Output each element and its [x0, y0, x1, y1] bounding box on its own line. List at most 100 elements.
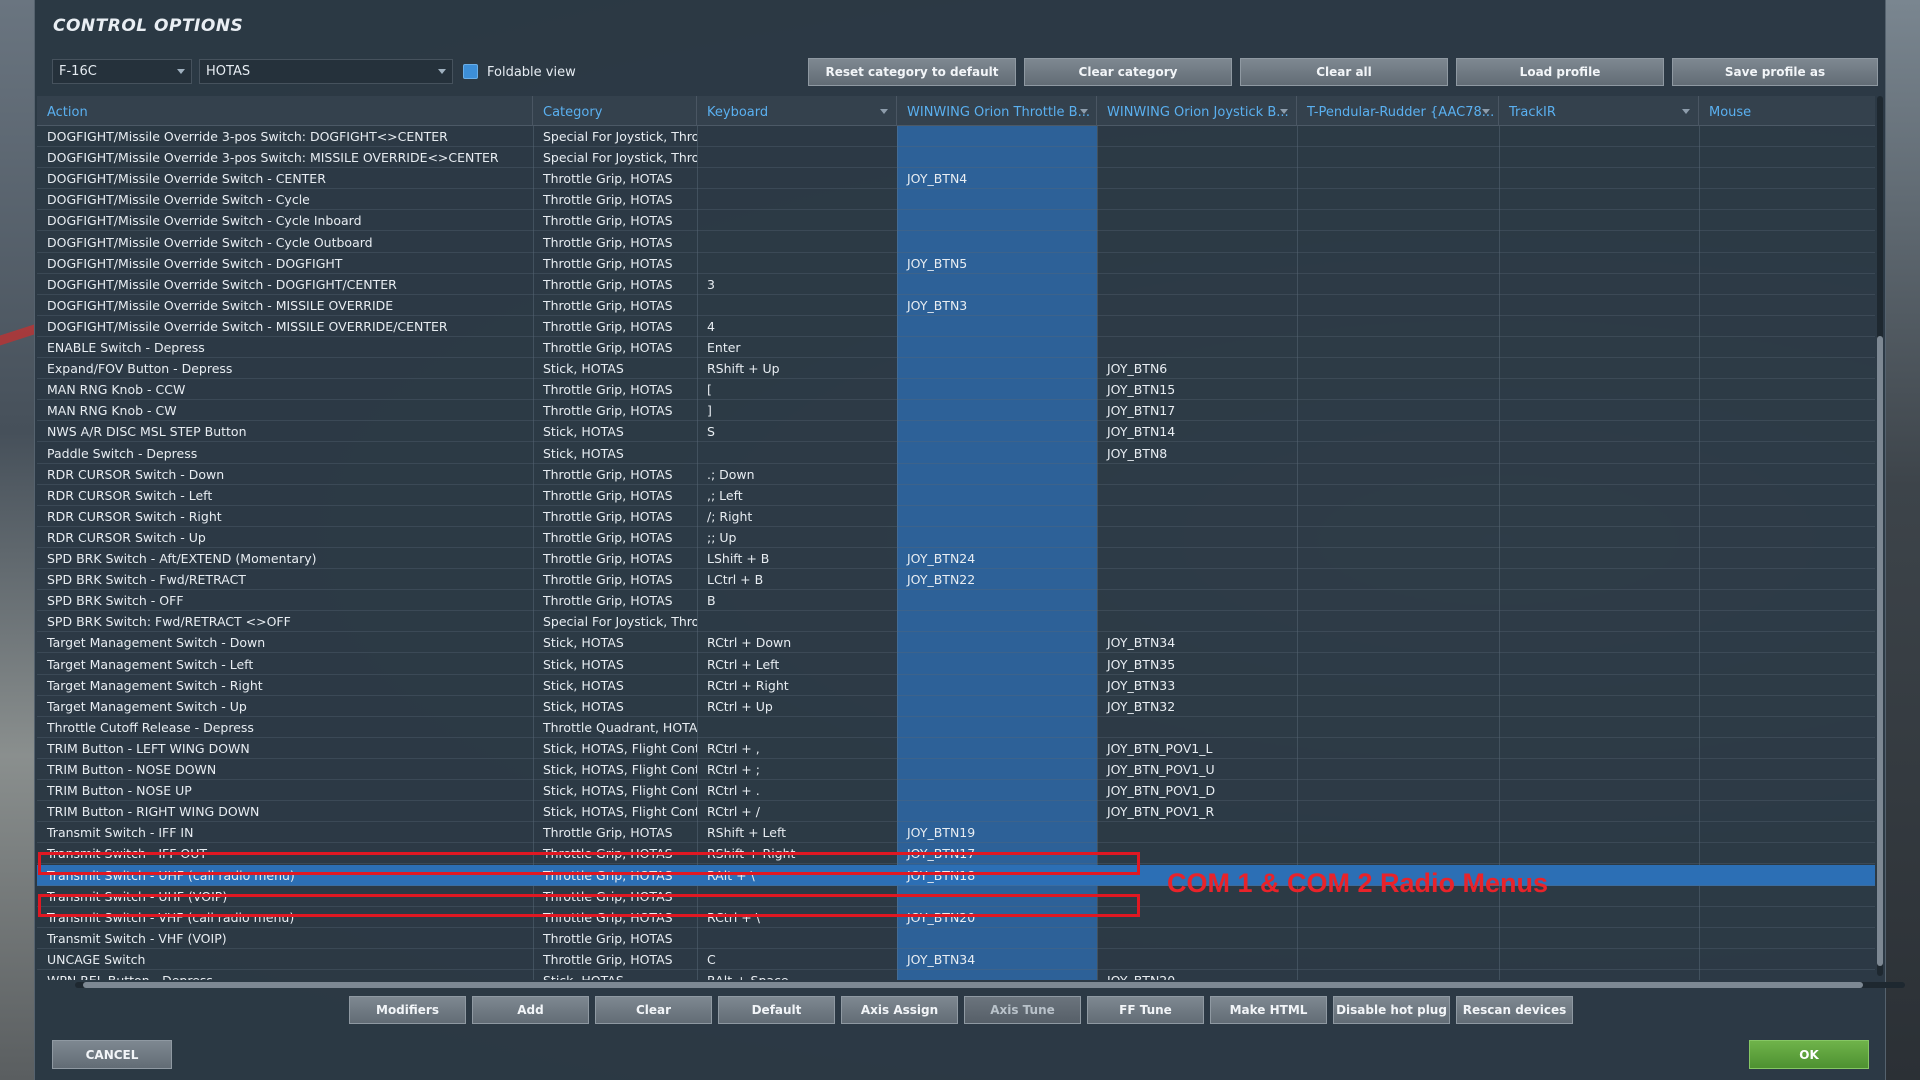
cell-throttle[interactable]: [897, 931, 1097, 949]
cell-trackir[interactable]: [1499, 720, 1699, 738]
cell-keyboard[interactable]: [697, 150, 897, 168]
cell-rudder[interactable]: [1297, 467, 1499, 485]
cell-joystick[interactable]: [1097, 171, 1297, 189]
cell-trackir[interactable]: [1499, 235, 1699, 253]
cell-rudder[interactable]: [1297, 129, 1499, 147]
cell-keyboard[interactable]: Enter: [697, 340, 897, 358]
cell-rudder[interactable]: [1297, 256, 1499, 274]
cell-joystick[interactable]: JOY_BTN20: [1097, 973, 1297, 980]
cell-mouse[interactable]: [1699, 783, 1875, 801]
scrollbar-thumb[interactable]: [83, 982, 1863, 988]
cell-keyboard[interactable]: [697, 129, 897, 147]
cell-rudder[interactable]: [1297, 277, 1499, 295]
cell-mouse[interactable]: [1699, 635, 1875, 653]
cell-mouse[interactable]: [1699, 720, 1875, 738]
cell-keyboard[interactable]: 4: [697, 319, 897, 337]
cell-category[interactable]: Throttle Grip, HOTAS: [533, 235, 697, 253]
cell-trackir[interactable]: [1499, 129, 1699, 147]
cell-keyboard[interactable]: [697, 720, 897, 738]
cell-mouse[interactable]: [1699, 213, 1875, 231]
cell-keyboard[interactable]: C: [697, 952, 897, 970]
clear-category-button[interactable]: Clear category: [1024, 58, 1232, 86]
cell-category[interactable]: Stick, HOTAS: [533, 361, 697, 379]
cell-trackir[interactable]: [1499, 256, 1699, 274]
cell-category[interactable]: Stick, HOTAS, Flight Contr: [533, 783, 697, 801]
cell-category[interactable]: Throttle Grip, HOTAS: [533, 382, 697, 400]
cell-throttle[interactable]: [897, 319, 1097, 337]
aircraft-select[interactable]: F-16C: [52, 59, 192, 84]
cell-category[interactable]: Throttle Grip, HOTAS: [533, 319, 697, 337]
cell-action[interactable]: Transmit Switch - UHF (call radio menu): [37, 868, 533, 886]
cell-action[interactable]: SPD BRK Switch - OFF: [37, 593, 533, 611]
cell-keyboard[interactable]: LCtrl + B: [697, 572, 897, 590]
cell-rudder[interactable]: [1297, 678, 1499, 696]
foldable-view-checkbox[interactable]: [463, 64, 478, 79]
cell-mouse[interactable]: [1699, 298, 1875, 316]
cell-joystick[interactable]: JOY_BTN8: [1097, 446, 1297, 464]
cell-joystick[interactable]: JOY_BTN14: [1097, 424, 1297, 442]
table-row[interactable]: Transmit Switch - VHF (call radio menu) T…: [37, 907, 1875, 928]
cell-action[interactable]: Paddle Switch - Depress: [37, 446, 533, 464]
cell-trackir[interactable]: [1499, 931, 1699, 949]
cell-throttle[interactable]: [897, 614, 1097, 632]
cell-trackir[interactable]: [1499, 952, 1699, 970]
table-row[interactable]: Target Management Switch - Left Stick, HO…: [37, 654, 1875, 675]
cell-category[interactable]: Stick, HOTAS: [533, 424, 697, 442]
cell-keyboard[interactable]: ]: [697, 403, 897, 421]
cell-category[interactable]: Throttle Grip, HOTAS: [533, 256, 697, 274]
cell-mouse[interactable]: [1699, 192, 1875, 210]
table-row[interactable]: NWS A/R DISC MSL STEP Button Stick, HOTAS…: [37, 421, 1875, 443]
cell-rudder[interactable]: [1297, 424, 1499, 442]
default-button[interactable]: Default: [718, 996, 835, 1024]
cell-action[interactable]: Transmit Switch - UHF (VOIP): [37, 889, 533, 907]
table-row[interactable]: WPN REL Button - DepressStick, HOTASRAlt…: [37, 970, 1875, 980]
cell-mouse[interactable]: [1699, 741, 1875, 759]
cell-joystick[interactable]: [1097, 509, 1297, 527]
cell-action[interactable]: Transmit Switch - IFF OUT: [37, 846, 533, 864]
cell-throttle[interactable]: JOY_BTN5: [897, 256, 1097, 274]
cell-mouse[interactable]: [1699, 825, 1875, 843]
cell-throttle[interactable]: [897, 593, 1097, 611]
cell-rudder[interactable]: [1297, 319, 1499, 337]
cell-keyboard[interactable]: RCtrl + ;: [697, 762, 897, 780]
table-row[interactable]: Expand/FOV Button - Depress Stick, HOTAS R…: [37, 358, 1875, 380]
cell-keyboard[interactable]: RCtrl + ,: [697, 741, 897, 759]
cell-mouse[interactable]: [1699, 509, 1875, 527]
cell-joystick[interactable]: [1097, 213, 1297, 231]
table-row[interactable]: DOGFIGHT/Missile Override Switch - Cycle…: [37, 189, 1875, 211]
cell-joystick[interactable]: [1097, 720, 1297, 738]
cell-throttle[interactable]: [897, 340, 1097, 358]
cell-action[interactable]: DOGFIGHT/Missile Override Switch - Cycle…: [37, 235, 533, 253]
cell-category[interactable]: Stick, HOTAS, Flight Contr: [533, 762, 697, 780]
cell-joystick[interactable]: [1097, 846, 1297, 864]
scrollbar-thumb[interactable]: [1877, 336, 1883, 966]
cell-rudder[interactable]: [1297, 762, 1499, 780]
cell-keyboard[interactable]: RCtrl + Left: [697, 657, 897, 675]
cell-throttle[interactable]: [897, 678, 1097, 696]
table-row[interactable]: Transmit Switch - VHF (VOIP) Throttle Gri…: [37, 928, 1875, 949]
cell-category[interactable]: Throttle Grip, HOTAS: [533, 910, 697, 928]
cell-category[interactable]: Throttle Grip, HOTAS: [533, 340, 697, 358]
cell-action[interactable]: DOGFIGHT/Missile Override Switch - MISSI…: [37, 298, 533, 316]
cell-throttle[interactable]: [897, 467, 1097, 485]
cell-rudder[interactable]: [1297, 614, 1499, 632]
cell-action[interactable]: Target Management Switch - Up: [37, 699, 533, 717]
cell-throttle[interactable]: [897, 635, 1097, 653]
cell-joystick[interactable]: [1097, 129, 1297, 147]
cell-trackir[interactable]: [1499, 973, 1699, 980]
cell-action[interactable]: Transmit Switch - IFF IN: [37, 825, 533, 843]
cell-action[interactable]: TRIM Button - NOSE UP: [37, 783, 533, 801]
cell-action[interactable]: Transmit Switch - VHF (VOIP): [37, 931, 533, 949]
cell-action[interactable]: UNCAGE Switch: [37, 952, 533, 970]
cell-throttle[interactable]: [897, 382, 1097, 400]
cell-keyboard[interactable]: B: [697, 593, 897, 611]
cell-action[interactable]: MAN RNG Knob - CCW: [37, 382, 533, 400]
cell-action[interactable]: TRIM Button - NOSE DOWN: [37, 762, 533, 780]
clear-button[interactable]: Clear: [595, 996, 712, 1024]
cell-trackir[interactable]: [1499, 509, 1699, 527]
cell-joystick[interactable]: [1097, 256, 1297, 274]
cell-rudder[interactable]: [1297, 593, 1499, 611]
disable-hot-plug-button[interactable]: Disable hot plug: [1333, 996, 1450, 1024]
cell-joystick[interactable]: JOY_BTN_POV1_D: [1097, 783, 1297, 801]
cell-action[interactable]: NWS A/R DISC MSL STEP Button: [37, 424, 533, 442]
